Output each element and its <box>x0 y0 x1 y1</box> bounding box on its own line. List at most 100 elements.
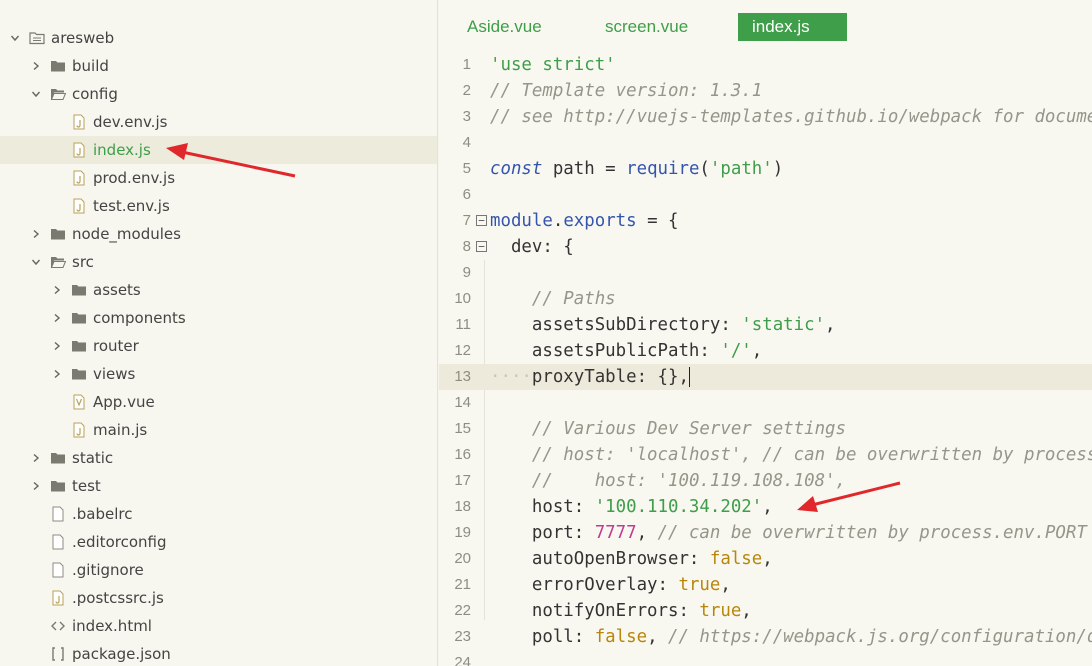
tree-item-assets[interactable]: assets <box>0 276 437 304</box>
folder-open-icon <box>49 253 67 271</box>
code-token: notifyOnErrors: <box>490 601 700 621</box>
code-token: false <box>709 549 763 569</box>
tree-item-components[interactable]: components <box>0 304 437 332</box>
code-token: , <box>825 315 836 335</box>
tree-item-index-js[interactable]: index.js <box>0 136 437 164</box>
tree-item-test[interactable]: test <box>0 472 437 500</box>
code-line[interactable]: 19 port: 7777, // can be overwritten by … <box>439 520 1092 546</box>
code-line[interactable]: 15 // Various Dev Server settings <box>439 416 1092 442</box>
code-text: notifyOnErrors: true, <box>490 598 752 624</box>
tree-item-dot-gitignore[interactable]: .gitignore <box>0 556 437 584</box>
code-token: exports <box>563 211 637 231</box>
chevron-right-icon[interactable] <box>50 311 64 325</box>
code-text: errorOverlay: true, <box>490 572 731 598</box>
code-line[interactable]: 3 // see http://vuejs-templates.github.io… <box>439 104 1092 130</box>
chevron-right-icon[interactable] <box>50 339 64 353</box>
chevron-right-icon[interactable] <box>29 451 43 465</box>
tab-screen-vue[interactable]: screen.vue <box>591 13 702 41</box>
tree-item-router[interactable]: router <box>0 332 437 360</box>
tree-item-dot-editorconfig[interactable]: .editorconfig <box>0 528 437 556</box>
code-line[interactable]: 22 notifyOnErrors: true, <box>439 598 1092 624</box>
tree-item-main-js[interactable]: main.js <box>0 416 437 444</box>
code-token: , <box>741 601 752 621</box>
tab-bar: Aside.vue screen.vue index.js <box>439 0 1092 44</box>
tree-item-label: package.json <box>72 645 171 663</box>
chevron-right-icon[interactable] <box>29 479 43 493</box>
tab-aside-vue[interactable]: Aside.vue <box>453 13 556 41</box>
tree-item-test-env-js[interactable]: test.env.js <box>0 192 437 220</box>
code-line[interactable]: 18 host: '100.110.34.202', <box>439 494 1092 520</box>
code-line[interactable]: 21 errorOverlay: true, <box>439 572 1092 598</box>
code-token: module <box>490 211 553 231</box>
tree-item-package-json[interactable]: package.json <box>0 640 437 666</box>
code-line[interactable]: 17 // host: '100.119.108.108', <box>439 468 1092 494</box>
chevron-right-icon[interactable] <box>50 367 64 381</box>
code-line[interactable]: 6 <box>439 182 1092 208</box>
code-editor[interactable]: Aside.vue screen.vue index.js 1 'use strict… <box>439 0 1092 666</box>
code-line[interactable]: 12 assetsPublicPath: '/', <box>439 338 1092 364</box>
fold-minus-icon[interactable]: − <box>476 241 487 252</box>
tree-item-prod-env-js[interactable]: prod.env.js <box>0 164 437 192</box>
vue-file-icon <box>70 393 88 411</box>
code-line[interactable]: 5 const path = require('path') <box>439 156 1092 182</box>
code-token: port: <box>490 523 595 543</box>
js-file-icon <box>70 141 88 159</box>
chevron-right-icon[interactable] <box>29 59 43 73</box>
chevron-right-icon[interactable] <box>50 283 64 297</box>
code-line[interactable]: 11 assetsSubDirectory: 'static', <box>439 312 1092 338</box>
code-line[interactable]: 7− module.exports = { <box>439 208 1092 234</box>
code-token: // Paths <box>531 289 616 309</box>
code-text: poll: false, // https://webpack.js.org/c… <box>490 624 1092 650</box>
code-line[interactable]: 10 // Paths <box>439 286 1092 312</box>
line-number: 10 <box>454 290 471 307</box>
tree-item-label: dev.env.js <box>93 113 168 131</box>
code-line[interactable]: 20 autoOpenBrowser: false, <box>439 546 1092 572</box>
code-line[interactable]: 4 <box>439 130 1092 156</box>
js-file-icon <box>49 589 67 607</box>
tree-item-node-modules[interactable]: node_modules <box>0 220 437 248</box>
folder-icon <box>49 449 67 467</box>
tab-index-js[interactable]: index.js <box>738 13 847 41</box>
tree-item-label: static <box>72 449 114 467</box>
code-line[interactable]: 2 // Template version: 1.3.1 <box>439 78 1092 104</box>
tree-item-static[interactable]: static <box>0 444 437 472</box>
code-line[interactable]: 23 poll: false, // https://webpack.js.or… <box>439 624 1092 650</box>
tree-item-label: router <box>93 337 139 355</box>
line-number: 13 <box>454 368 471 385</box>
tree-item-aresweb[interactable]: aresweb <box>0 24 437 52</box>
tree-item-views[interactable]: views <box>0 360 437 388</box>
code-token: ) <box>772 159 784 179</box>
chevron-down-icon[interactable] <box>29 87 43 101</box>
code-text: host: '100.110.34.202', <box>490 494 773 520</box>
folder-icon <box>49 477 67 495</box>
tree-item-label: index.html <box>72 617 152 635</box>
code-line[interactable]: 24 <box>439 650 1092 666</box>
code-token: 'path' <box>709 159 773 179</box>
project-icon <box>28 29 46 47</box>
tree-item-dev-env-js[interactable]: dev.env.js <box>0 108 437 136</box>
tree-item-app-vue[interactable]: App.vue <box>0 388 437 416</box>
code-line[interactable]: 14 <box>439 390 1092 416</box>
code-line[interactable]: 8− dev: { <box>439 234 1092 260</box>
tree-item-build[interactable]: build <box>0 52 437 80</box>
fold-minus-icon[interactable]: − <box>476 215 487 226</box>
file-explorer: aresweb build config dev.env.js index.js prod… <box>0 0 438 666</box>
line-number: 24 <box>454 654 471 666</box>
chevron-down-icon[interactable] <box>29 255 43 269</box>
tree-item-dot-babelrc[interactable]: .babelrc <box>0 500 437 528</box>
code-line[interactable]: 9 <box>439 260 1092 286</box>
code-line[interactable]: 1 'use strict' <box>439 52 1092 78</box>
code-token: proxyTable: {}, <box>531 367 689 387</box>
tree-item-config[interactable]: config <box>0 80 437 108</box>
code-line[interactable]: 13 ····proxyTable: {}, <box>439 364 1092 390</box>
code-line[interactable]: 16 // host: 'localhost', // can be overw… <box>439 442 1092 468</box>
tree-item-src[interactable]: src <box>0 248 437 276</box>
chevron-down-icon[interactable] <box>8 31 22 45</box>
tree-item-index-html[interactable]: index.html <box>0 612 437 640</box>
code-token: 7777 <box>594 523 637 543</box>
chevron-right-icon[interactable] <box>29 227 43 241</box>
code-token: // Various Dev Server settings <box>531 419 846 439</box>
tree-item-dot-postcssrc-js[interactable]: .postcssrc.js <box>0 584 437 612</box>
tree-item-label: .editorconfig <box>72 533 167 551</box>
